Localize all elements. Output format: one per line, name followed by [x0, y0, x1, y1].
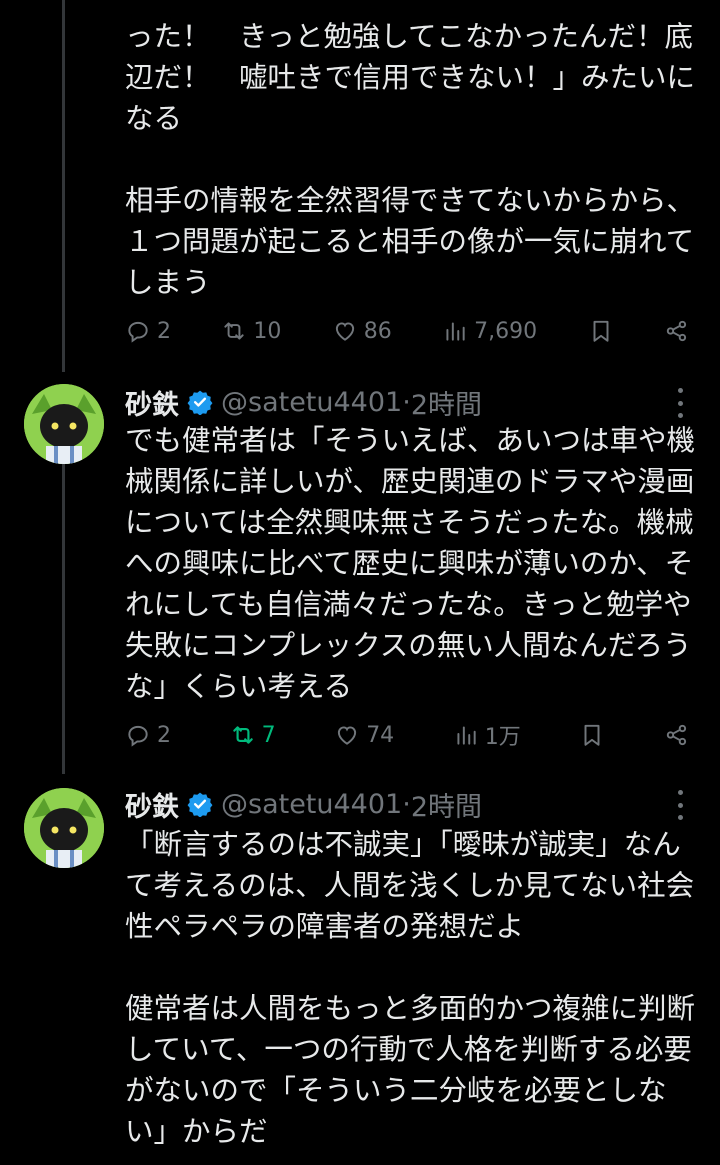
more-button[interactable] [670, 388, 690, 418]
like-count: 74 [366, 722, 395, 748]
share-icon [666, 320, 687, 342]
more-icon-dot [677, 400, 683, 406]
reply-button[interactable]: 2 [125, 318, 171, 344]
share-button[interactable] [664, 722, 690, 748]
more-icon-dot [677, 388, 683, 393]
views-count: 7,690 [474, 318, 538, 344]
like-icon [335, 322, 354, 341]
reply-count: 2 [157, 722, 171, 748]
handle[interactable]: @satetu4401 [221, 387, 402, 418]
bookmark-icon [593, 320, 609, 342]
more-icon-dot [677, 802, 683, 808]
tweet-actions: 2 7 74 1万 [125, 715, 690, 755]
views-button[interactable]: 1万 [453, 719, 521, 751]
avatar[interactable] [24, 384, 104, 464]
tweet-text: った！ きっと勉強してこなかったんだ！底辺だ！ 嘘吐きで信用できない！」みたいに… [125, 20, 696, 299]
timestamp[interactable]: 2時間 [411, 785, 482, 824]
handle[interactable]: @satetu4401 [221, 789, 402, 820]
display-name[interactable]: 砂鉄 [125, 785, 179, 824]
tweet-1[interactable]: った！ きっと勉強してこなかったんだ！底辺だ！ 嘘吐きで信用できない！」みたいに… [0, 0, 720, 372]
tweet-header: 砂鉄 @satetu4401 · 2時間 [125, 784, 482, 824]
reply-button[interactable]: 2 [125, 722, 171, 748]
tweet-text: 「断言するのは不誠実」「曖昧が誠実」なんて考えるのは、人間を浅くしか見てない社会… [125, 828, 696, 1148]
retweet-icon [232, 726, 253, 744]
more-icon-dot [677, 413, 683, 418]
tweet-actions: 2 10 86 7,690 [125, 311, 690, 351]
like-icon [338, 726, 357, 745]
reply-count: 2 [157, 318, 171, 344]
separator: · [402, 386, 411, 418]
more-icon-dot [677, 790, 683, 795]
tweet-2[interactable]: 砂鉄 @satetu4401 · 2時間 でも健常者は「そういえば、あいつは車や… [0, 372, 720, 774]
retweet-icon [224, 322, 245, 340]
views-button[interactable]: 7,690 [442, 318, 537, 344]
more-icon-dot [677, 815, 683, 820]
retweet-count: 10 [253, 318, 282, 344]
bookmark-button[interactable] [579, 722, 605, 748]
views-icon [457, 726, 476, 745]
tweet-header: 砂鉄 @satetu4401 · 2時間 [125, 382, 482, 422]
tweet-3[interactable]: 砂鉄 @satetu4401 · 2時間 「断言するのは不誠実」「曖昧が誠実」な… [0, 774, 720, 1165]
like-button[interactable]: 74 [334, 722, 394, 748]
bookmark-button[interactable] [588, 318, 614, 344]
display-name[interactable]: 砂鉄 [125, 383, 179, 422]
retweet-button[interactable]: 10 [221, 318, 281, 344]
tweet-text: でも健常者は「そういえば、あいつは車や機械関係に詳しいが、歴史関連のドラマや漫画… [125, 424, 696, 703]
like-count: 86 [363, 318, 392, 344]
retweet-button[interactable]: 7 [230, 722, 276, 748]
like-button[interactable]: 86 [332, 318, 392, 344]
reply-icon [128, 321, 148, 343]
more-button[interactable] [670, 790, 690, 820]
reply-icon [128, 725, 148, 747]
avatar[interactable] [24, 788, 104, 868]
views-count: 1万 [484, 725, 521, 750]
timestamp[interactable]: 2時間 [411, 383, 482, 422]
views-icon [446, 322, 465, 341]
verified-icon [187, 390, 213, 415]
share-button[interactable] [664, 318, 690, 344]
avatar-illustration [24, 788, 104, 868]
separator: · [402, 788, 411, 820]
retweet-count: 7 [261, 722, 276, 748]
verified-icon [187, 792, 213, 817]
share-icon [666, 724, 687, 746]
bookmark-icon [584, 724, 600, 746]
avatar-illustration [24, 384, 104, 464]
